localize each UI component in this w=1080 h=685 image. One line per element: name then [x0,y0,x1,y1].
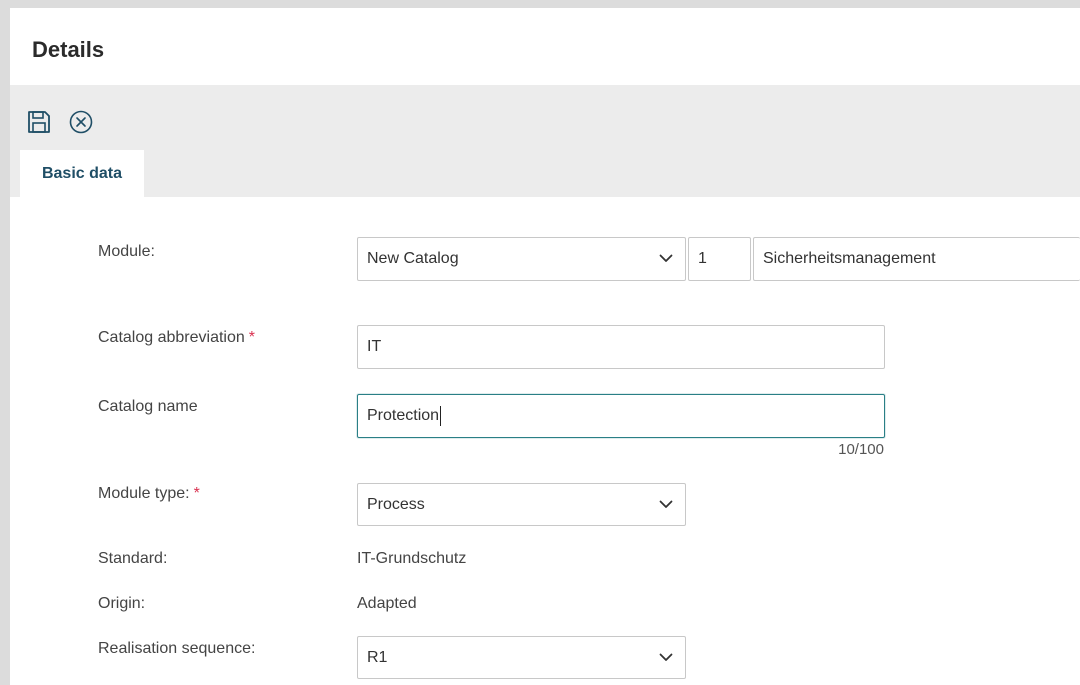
catalog-name-label: Catalog name [98,398,198,415]
origin-label: Origin: [98,595,146,612]
module-name-value: Sicherheitsmanagement [763,250,936,267]
chevron-down-icon [659,496,673,514]
catalog-name-input[interactable]: Protection [357,394,885,438]
required-mark: * [193,485,200,502]
cancel-button[interactable] [66,107,96,137]
catalog-abbreviation-label: Catalog abbreviation * [98,329,255,347]
catalog-abbreviation-label-text: Catalog abbreviation [98,329,245,346]
module-catalog-value: New Catalog [367,250,459,267]
save-button[interactable] [24,107,54,137]
module-number-value: 1 [698,250,707,267]
character-counter: 10/100 [838,441,884,458]
module-type-label: Module type: * [98,485,200,503]
realisation-sequence-label: Realisation sequence: [98,640,256,657]
catalog-abbreviation-value: IT [367,338,382,355]
chevron-down-icon [659,250,673,268]
text-caret [440,406,442,426]
catalog-name-value: Protection [367,407,440,424]
catalog-abbreviation-input[interactable]: IT [357,325,885,369]
circle-x-icon [68,109,94,135]
required-mark: * [248,329,255,346]
toolbar [10,85,1080,197]
floppy-disk-icon [26,109,52,135]
page-title: Details [32,37,105,62]
realisation-sequence-select[interactable]: R1 [357,636,686,679]
tab-basic-data[interactable]: Basic data [20,150,144,198]
standard-value: IT-Grundschutz [357,550,467,567]
details-header: Details [10,8,1080,85]
module-type-label-text: Module type: [98,485,190,502]
chevron-down-icon [659,649,673,667]
realisation-sequence-value: R1 [367,648,388,666]
module-name-field[interactable]: Sicherheitsmanagement [753,237,1080,281]
module-catalog-select[interactable]: New Catalog [357,237,686,281]
module-label: Module: [98,243,155,260]
module-type-select[interactable]: Process [357,483,686,526]
module-number-field[interactable]: 1 [688,237,751,281]
standard-label: Standard: [98,550,168,567]
module-type-value: Process [367,495,425,513]
origin-value: Adapted [357,595,417,612]
